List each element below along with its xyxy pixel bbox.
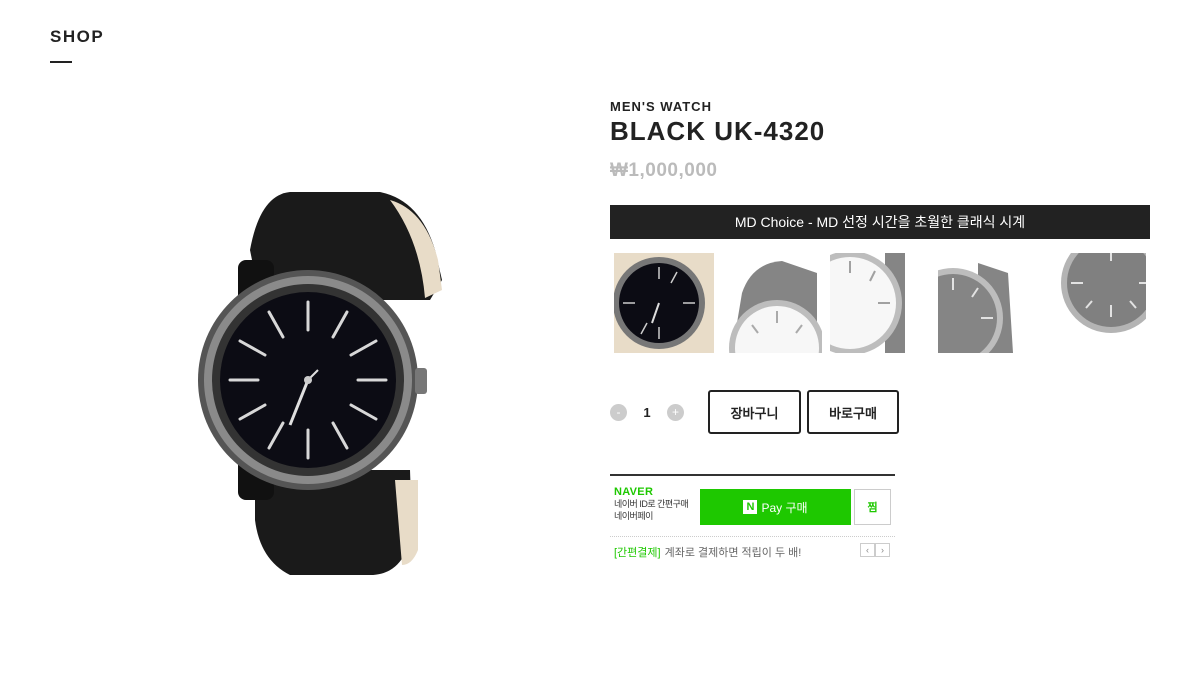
naver-pay-buy-button[interactable]: N Pay 구매 — [700, 489, 851, 525]
thumbnail-2[interactable] — [722, 253, 822, 353]
promo-pager: ‹ › — [860, 543, 890, 557]
quantity-stepper: - 1 + — [610, 404, 684, 421]
product-main-image — [198, 192, 442, 575]
naver-pay-wishlist-button[interactable]: 찜 — [854, 489, 891, 525]
naver-brand: NAVER — [614, 486, 654, 498]
naver-n-icon: N — [743, 500, 758, 514]
quantity-value[interactable]: 1 — [627, 405, 667, 420]
quantity-decrease-button[interactable]: - — [610, 404, 627, 421]
quantity-increase-button[interactable]: + — [667, 404, 684, 421]
naver-pay-sub2: 네이버페이 — [614, 511, 653, 521]
naver-pay-logo: NAVER 네이버 ID로 간편구매 네이버페이 — [614, 486, 702, 522]
thumbnail-4[interactable] — [938, 253, 1038, 353]
product-category: MEN'S WATCH — [610, 99, 712, 114]
buy-now-button[interactable]: 바로구매 — [807, 390, 899, 434]
naver-pay-divider — [610, 536, 895, 537]
thumbnail-1[interactable] — [614, 253, 714, 353]
chevron-left-icon[interactable]: ‹ — [860, 543, 875, 557]
product-name: BLACK UK-4320 — [610, 116, 826, 146]
add-to-cart-button[interactable]: 장바구니 — [708, 390, 801, 434]
thumbnail-3[interactable] — [830, 253, 930, 353]
naver-pay-buy-label: Pay 구매 — [761, 500, 808, 515]
promo-text: 계좌로 결제하면 적립이 두 배! — [664, 547, 802, 559]
title-underline — [50, 61, 72, 63]
promo-tag: [간편결제] — [614, 547, 661, 559]
product-price: ₩1,000,000 — [610, 160, 718, 181]
page-title: SHOP — [50, 27, 105, 46]
naver-pay-sub1: 네이버 ID로 간편구매 — [614, 499, 689, 509]
naver-pay-promo: [간편결제] 계좌로 결제하면 적립이 두 배! — [614, 544, 801, 560]
naver-pay-widget: NAVER 네이버 ID로 간편구매 네이버페이 N Pay 구매 찜 [간편결… — [610, 474, 895, 564]
chevron-right-icon[interactable]: › — [875, 543, 890, 557]
thumbnail-gallery — [614, 253, 1146, 353]
md-choice-banner: MD Choice - MD 선정 시간을 초월한 클래식 시계 — [610, 205, 1150, 239]
thumbnail-5[interactable] — [1046, 253, 1146, 353]
